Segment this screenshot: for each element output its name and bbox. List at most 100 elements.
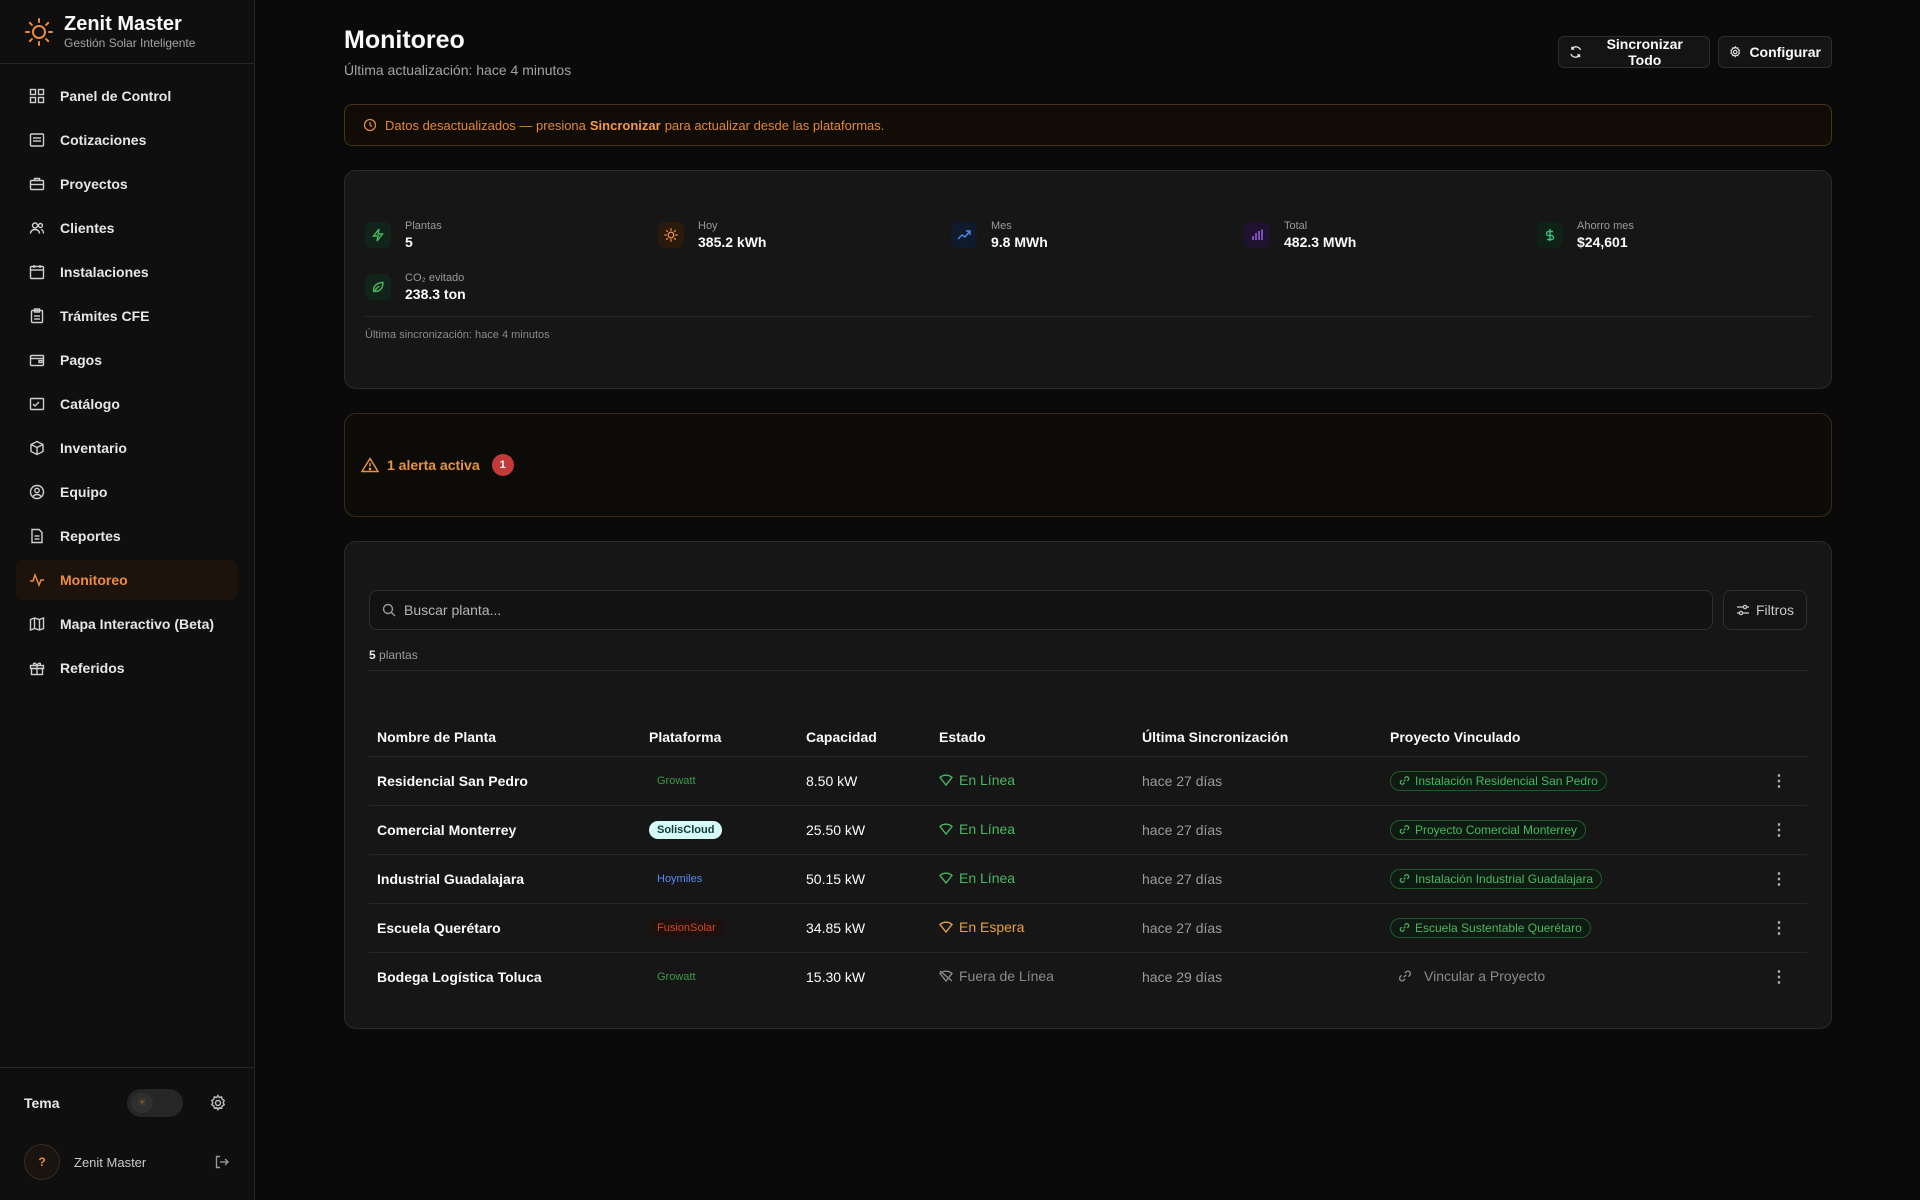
sidebar-nav: Panel de Control Cotizaciones Proyectos … [0, 64, 254, 704]
divider [369, 670, 1807, 671]
actions-cell: ⋮ [1762, 805, 1807, 855]
sidebar-item-inventario[interactable]: Inventario [16, 428, 238, 468]
sidebar-item-label: Mapa Interactivo (Beta) [60, 616, 215, 632]
search-icon [382, 603, 396, 617]
more-vertical-icon[interactable]: ⋮ [1770, 869, 1788, 889]
plant-count: 5 plantas [369, 648, 418, 662]
sidebar-item-label: Clientes [60, 220, 115, 236]
last-sync: hace 27 días [1134, 854, 1382, 904]
stat-label: Ahorro mes [1577, 220, 1634, 232]
warning-suffix: para actualizar desde las plataformas. [664, 117, 885, 133]
table-header-row: Nombre de Planta Plataforma Capacidad Es… [369, 718, 1807, 757]
link-icon [1399, 825, 1410, 834]
catalog-icon [28, 395, 46, 413]
wifi-off-icon [939, 970, 953, 983]
linked-project-badge[interactable]: Escuela Sustentable Querétaro [1390, 917, 1591, 938]
sidebar-item-label: Equipo [60, 484, 108, 500]
sidebar-item-monitoreo[interactable]: Monitoreo [16, 560, 238, 600]
linked-project-badge[interactable]: Instalación Industrial Guadalajara [1390, 868, 1603, 889]
column-header[interactable]: Proyecto Vinculado [1382, 718, 1762, 757]
clock-icon [363, 118, 377, 132]
stat-label: CO₂ evitado [405, 272, 465, 284]
table-row[interactable]: Residencial San Pedro Growatt 8.50 kW En… [369, 756, 1807, 806]
actions-cell: ⋮ [1762, 903, 1807, 953]
project-cell: Instalación Residencial San Pedro [1382, 756, 1762, 806]
sidebar-item-cotizaciones[interactable]: Cotizaciones [16, 120, 238, 160]
sidebar-item-equipo[interactable]: Equipo [16, 472, 238, 512]
logout-icon[interactable] [214, 1154, 230, 1170]
sidebar-item-panel-de-control[interactable]: Panel de Control [16, 76, 238, 116]
column-header[interactable]: Plataforma [641, 718, 798, 757]
configure-button[interactable]: Configurar [1718, 36, 1832, 68]
stat-month: Mes 9.8 MWh [951, 219, 1048, 251]
sidebar-item-clientes[interactable]: Clientes [16, 208, 238, 248]
stat-plants: Plantas 5 [365, 219, 442, 251]
platform-cell: Hoymiles [641, 854, 798, 904]
alerts-card[interactable]: 1 alerta activa 1 [344, 413, 1832, 517]
leaf-icon [365, 274, 391, 300]
table-row[interactable]: Comercial Monterrey SolisCloud 25.50 kW … [369, 805, 1807, 855]
brand[interactable]: Zenit Master Gestión Solar Inteligente [0, 0, 254, 64]
brand-subtitle: Gestión Solar Inteligente [64, 35, 196, 50]
sidebar-item-proyectos[interactable]: Proyectos [16, 164, 238, 204]
wifi-icon [939, 872, 953, 884]
sidebar-item-referidos[interactable]: Referidos [16, 648, 238, 688]
table-row[interactable]: Industrial Guadalajara Hoymiles 50.15 kW… [369, 854, 1807, 904]
stat-value: 9.8 MWh [991, 234, 1048, 250]
activity-icon [28, 571, 46, 589]
box-icon [28, 439, 46, 457]
link-project-button[interactable]: Vincular a Proyecto [1390, 968, 1545, 984]
wifi-icon [939, 823, 953, 835]
calendar-icon [28, 263, 46, 281]
platform-badge: Hoymiles [657, 873, 703, 885]
column-header[interactable]: Nombre de Planta [369, 718, 641, 757]
sidebar-item-instalaciones[interactable]: Instalaciones [16, 252, 238, 292]
sync-all-button[interactable]: Sincronizar Todo [1558, 36, 1710, 68]
stat-savings: Ahorro mes $24,601 [1537, 219, 1634, 251]
gear-icon[interactable] [209, 1094, 227, 1112]
plant-count-suffix: plantas [379, 648, 418, 662]
capacity: 50.15 kW [798, 854, 931, 904]
more-vertical-icon[interactable]: ⋮ [1770, 771, 1788, 791]
linked-project-badge[interactable]: Proyecto Comercial Monterrey [1390, 819, 1587, 840]
stat-value: 238.3 ton [405, 286, 466, 302]
stats-card: Plantas 5 Hoy 385.2 kWh Mes 9.8 MWh Total 48… [344, 170, 1832, 389]
column-header[interactable]: Estado [931, 718, 1134, 757]
stat-label: Mes [991, 220, 1012, 232]
status-cell: Fuera de Línea [931, 952, 1134, 1001]
platform-badge: SolisCloud [649, 821, 723, 839]
status-online: En Línea [939, 821, 1015, 837]
status-cell: En Espera [931, 903, 1134, 953]
more-vertical-icon[interactable]: ⋮ [1770, 820, 1788, 840]
table-row[interactable]: Escuela Querétaro FusionSolar 34.85 kW E… [369, 903, 1807, 953]
report-icon [28, 527, 46, 545]
filters-button[interactable]: Filtros [1723, 590, 1807, 630]
last-sync: hace 27 días [1134, 805, 1382, 855]
plant-name: Residencial San Pedro [369, 756, 641, 806]
column-header[interactable]: Última Sincronización [1134, 718, 1382, 757]
platform-cell: Growatt [641, 952, 798, 1001]
sidebar-item-reportes[interactable]: Reportes [16, 516, 238, 556]
more-vertical-icon[interactable]: ⋮ [1770, 918, 1788, 938]
sidebar-item-tramites-cfe[interactable]: Trámites CFE [16, 296, 238, 336]
avatar[interactable]: ? [24, 1144, 60, 1180]
linked-project-badge[interactable]: Instalación Residencial San Pedro [1390, 770, 1607, 791]
sidebar-item-pagos[interactable]: Pagos [16, 340, 238, 380]
warning-sync-word: Sincronizar [589, 117, 661, 133]
briefcase-icon [28, 175, 46, 193]
capacity: 34.85 kW [798, 903, 931, 953]
column-header[interactable]: Capacidad [798, 718, 931, 757]
table-row[interactable]: Bodega Logística Toluca Growatt 15.30 kW… [369, 952, 1807, 1001]
sidebar-item-catalogo[interactable]: Catálogo [16, 384, 238, 424]
sun-logo-icon [24, 17, 54, 47]
project-cell: Proyecto Comercial Monterrey [1382, 805, 1762, 855]
search-input[interactable] [404, 602, 1684, 618]
alert-count-badge: 1 [491, 454, 514, 476]
theme-toggle[interactable]: ☀ [127, 1089, 183, 1117]
more-vertical-icon[interactable]: ⋮ [1770, 967, 1788, 987]
search-box[interactable] [369, 590, 1713, 630]
sidebar-item-label: Monitoreo [60, 572, 128, 588]
sidebar-item-mapa-interactivo[interactable]: Mapa Interactivo (Beta) [16, 604, 238, 644]
status-cell: En Línea [931, 805, 1134, 855]
brand-title: Zenit Master [64, 12, 182, 35]
